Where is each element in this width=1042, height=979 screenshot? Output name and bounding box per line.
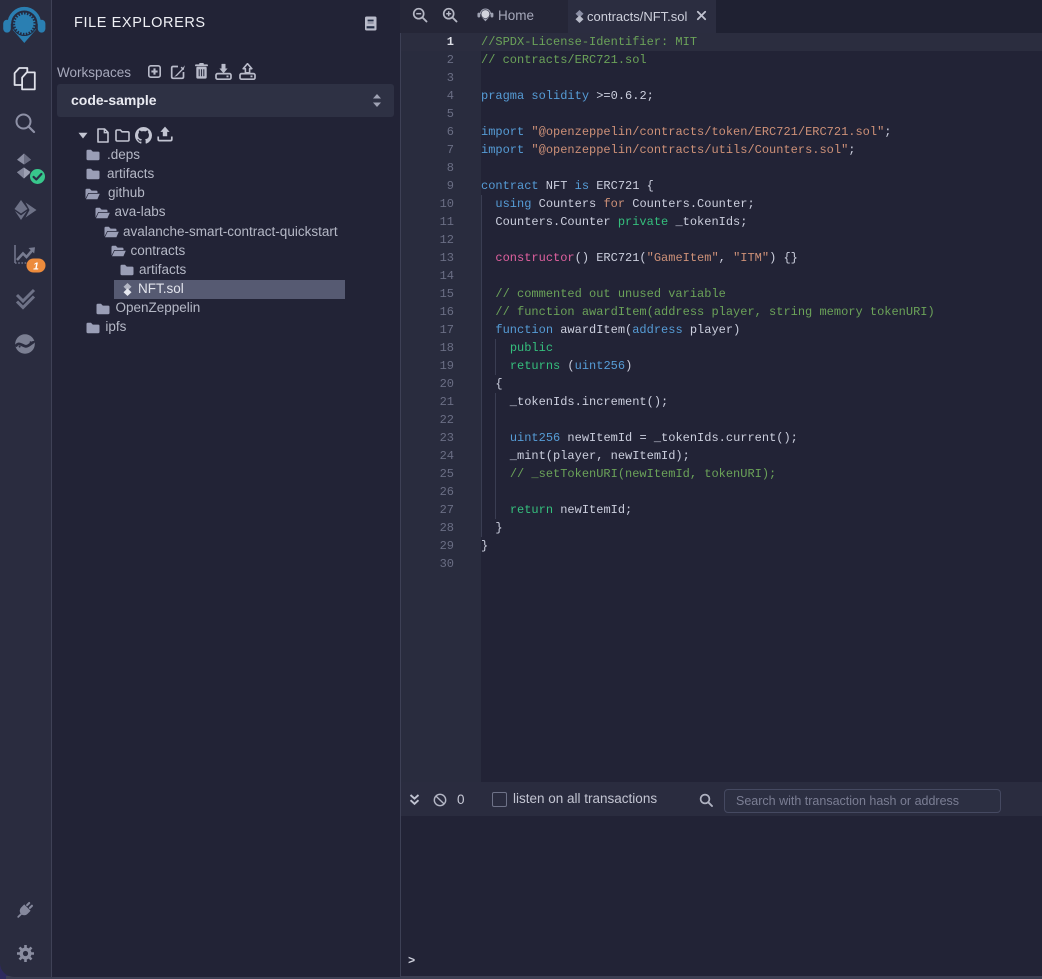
- svg-text:1: 1: [33, 262, 39, 273]
